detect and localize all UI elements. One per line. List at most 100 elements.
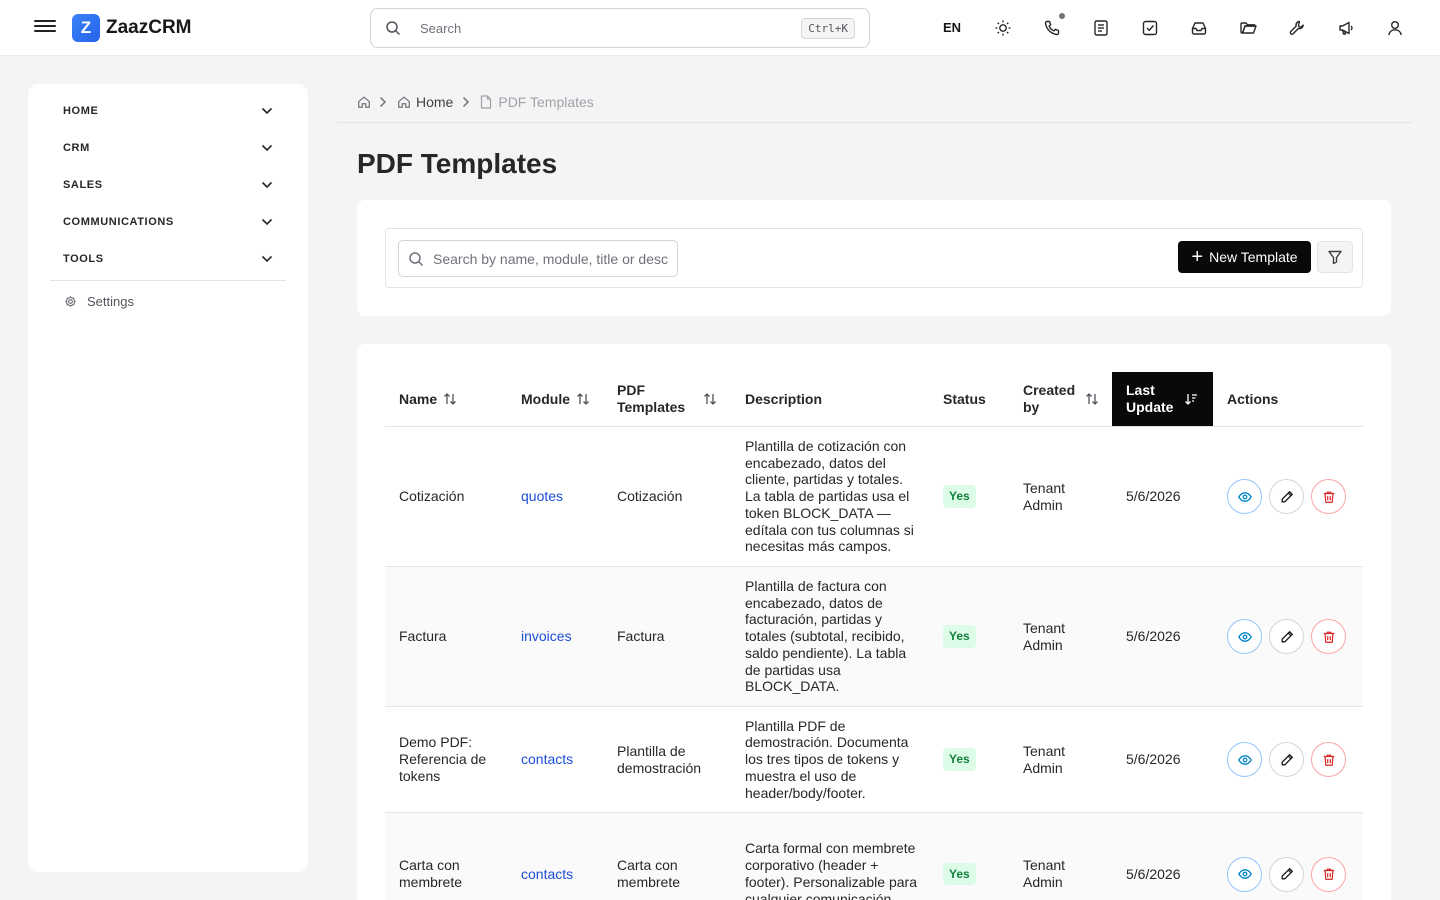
sidebar: HOME CRM SALES COMMUNICATIONS TOOLS Sett… — [28, 84, 308, 872]
inbox-icon[interactable] — [1188, 17, 1210, 39]
app-logo[interactable]: Z ZaazCRM — [72, 14, 192, 42]
edit-button[interactable] — [1269, 619, 1304, 654]
pencil-icon — [1281, 868, 1293, 880]
column-header-last-update[interactable]: Last Update — [1112, 372, 1213, 426]
cell-template: Plantilla de demostración — [617, 742, 702, 776]
user-icon[interactable] — [1384, 17, 1406, 39]
filter-button[interactable] — [1317, 241, 1353, 273]
view-button[interactable] — [1227, 619, 1262, 654]
pencil-icon — [1281, 753, 1293, 765]
breadcrumb: Home PDF Templates — [357, 94, 594, 110]
sidebar-item-label: CRM — [63, 142, 90, 154]
cell-status: Yes — [943, 427, 1003, 566]
sort-descending-icon — [1185, 394, 1197, 405]
module-link[interactable]: quotes — [521, 488, 563, 505]
column-header-created-by[interactable]: Created by — [1009, 372, 1112, 426]
table-row[interactable]: Factura invoices Factura Plantilla de fa… — [385, 567, 1363, 706]
cell-created-by: Tenant Admin — [1023, 742, 1066, 776]
status-badge: Yes — [943, 625, 976, 648]
megaphone-icon[interactable] — [1335, 17, 1357, 39]
edit-button[interactable] — [1269, 742, 1304, 777]
table-row[interactable]: Cotización quotes Cotización Plantilla d… — [385, 427, 1363, 566]
global-search-input[interactable]: Search Ctrl+K — [370, 8, 870, 48]
sidebar-item-label: TOOLS — [63, 253, 104, 265]
module-link[interactable]: contacts — [521, 866, 573, 883]
column-header-module[interactable]: Module — [507, 372, 603, 426]
template-search[interactable] — [398, 240, 678, 277]
module-link[interactable]: contacts — [521, 751, 573, 768]
chevron-down-icon — [261, 181, 273, 189]
cell-template: Cotización — [617, 488, 683, 505]
trash-icon — [1323, 754, 1334, 766]
table-row[interactable]: Carta con membrete contacts Carta con me… — [385, 813, 1363, 900]
cell-status: Yes — [943, 707, 1003, 812]
menu-icon[interactable] — [34, 17, 56, 37]
sidebar-item-crm[interactable]: CRM — [63, 138, 273, 158]
view-button[interactable] — [1227, 856, 1262, 892]
cell-module: quotes — [521, 427, 605, 566]
phone-icon[interactable] — [1041, 13, 1065, 39]
sidebar-item-tools[interactable]: TOOLS — [63, 249, 273, 269]
cell-created-by: Tenant Admin — [1023, 619, 1066, 653]
table-row[interactable]: Demo PDF: Referencia de tokens contacts … — [385, 707, 1363, 812]
trash-icon — [1323, 631, 1334, 643]
filter-card: + New Template — [357, 200, 1391, 316]
sidebar-item-settings[interactable]: Settings — [64, 294, 134, 309]
edit-button[interactable] — [1269, 856, 1304, 892]
cell-last-update: 5/6/2026 — [1126, 751, 1181, 768]
column-header-description: Description — [745, 390, 823, 407]
cell-template: Factura — [617, 628, 665, 645]
folder-icon[interactable] — [1237, 17, 1259, 39]
app-name: ZaazCRM — [106, 17, 192, 38]
sort-icon — [1086, 393, 1098, 405]
view-button[interactable] — [1227, 742, 1262, 777]
column-header-name[interactable]: Name — [385, 372, 507, 426]
cell-name: Factura — [399, 628, 447, 645]
new-template-button[interactable]: + New Template — [1178, 241, 1311, 273]
delete-button[interactable] — [1311, 619, 1346, 654]
trash-icon — [1323, 868, 1334, 880]
status-badge: Yes — [943, 485, 976, 508]
home-icon — [398, 96, 410, 108]
module-link[interactable]: invoices — [521, 628, 572, 645]
sidebar-item-label: HOME — [63, 105, 99, 117]
home-icon[interactable] — [357, 95, 371, 109]
cell-module: invoices — [521, 567, 605, 706]
cell-status: Yes — [943, 813, 1003, 900]
sidebar-item-communications[interactable]: COMMUNICATIONS — [63, 212, 273, 232]
template-search-input[interactable] — [433, 241, 669, 276]
breadcrumb-home[interactable]: Home — [416, 94, 453, 110]
cell-description: Carta formal con membrete corporativo (h… — [745, 840, 917, 900]
search-icon — [385, 20, 401, 41]
sort-icon — [444, 393, 457, 405]
logo-badge: Z — [72, 14, 100, 42]
chevron-right-icon — [463, 96, 470, 108]
view-button[interactable] — [1227, 479, 1262, 514]
cell-name: Carta con membrete — [399, 857, 463, 890]
top-bar: Z ZaazCRM Search Ctrl+K EN — [0, 0, 1440, 56]
sidebar-item-sales[interactable]: SALES — [63, 175, 273, 195]
tools-icon[interactable] — [1286, 17, 1308, 39]
cell-module: contacts — [521, 813, 605, 900]
edit-button[interactable] — [1269, 479, 1304, 514]
column-header-pdf-templates[interactable]: PDF Templates — [603, 372, 731, 426]
notes-icon[interactable] — [1090, 17, 1112, 39]
gear-icon — [65, 296, 76, 307]
delete-button[interactable] — [1311, 479, 1346, 514]
sidebar-divider — [50, 280, 286, 281]
language-switcher[interactable]: EN — [943, 20, 961, 35]
page-title: PDF Templates — [357, 148, 558, 179]
cell-last-update: 5/6/2026 — [1126, 488, 1181, 505]
eye-icon — [1237, 869, 1252, 879]
cell-description: Plantilla de cotización con encabezado, … — [745, 437, 914, 555]
column-header-actions: Actions — [1227, 390, 1279, 407]
breadcrumb-current: PDF Templates — [498, 94, 594, 110]
file-icon — [481, 95, 492, 109]
delete-button[interactable] — [1311, 742, 1346, 777]
tasks-icon[interactable] — [1139, 17, 1161, 39]
eye-icon — [1237, 491, 1252, 502]
sidebar-item-home[interactable]: HOME — [63, 101, 273, 121]
delete-button[interactable] — [1311, 856, 1346, 892]
sort-icon — [704, 393, 716, 405]
sun-icon[interactable] — [992, 17, 1014, 39]
